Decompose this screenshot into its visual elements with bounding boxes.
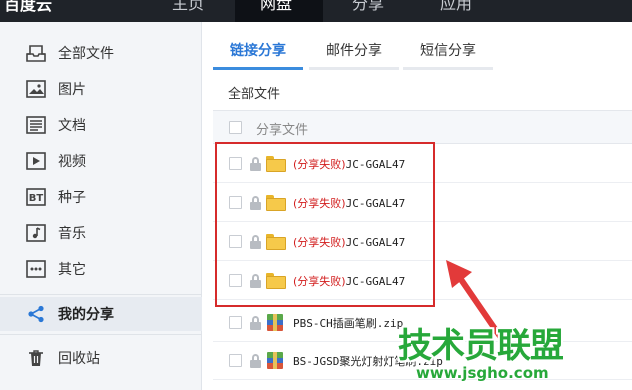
nav-home[interactable]: 主页 — [168, 0, 212, 22]
file-name[interactable]: (分享失败)JC-GGAL47 — [293, 156, 405, 172]
sidebar-divider — [0, 294, 202, 295]
tab-link-share[interactable]: 链接分享 — [213, 36, 303, 70]
row-checkbox[interactable] — [229, 196, 242, 209]
nav-disk[interactable]: 网盘 — [235, 0, 323, 22]
sidebar-item-other[interactable]: 其它 — [0, 252, 202, 286]
tab-label: 链接分享 — [230, 43, 286, 59]
svg-text:BT: BT — [29, 193, 44, 204]
sidebar-item-label: 文档 — [58, 118, 86, 134]
sidebar-item-label: 种子 — [58, 190, 86, 206]
share-failed-status: (分享失败) — [293, 236, 346, 249]
share-icon — [25, 304, 47, 324]
files-icon — [25, 43, 47, 63]
share-failed-status: (分享失败) — [293, 158, 346, 171]
app-logo[interactable]: 百度云 — [0, 0, 52, 22]
sidebar-item-images[interactable]: 图片 — [0, 72, 202, 106]
table-row[interactable]: (分享失败)JC-GGAL47 — [213, 223, 632, 261]
table-row[interactable]: PBS-CH插画笔刷.zip — [213, 304, 632, 342]
share-failed-status: (分享失败) — [293, 197, 346, 210]
sidebar-item-videos[interactable]: 视频 — [0, 144, 202, 178]
row-checkbox[interactable] — [229, 316, 242, 329]
tab-label: 邮件分享 — [326, 43, 382, 59]
more-icon — [25, 259, 47, 279]
sidebar-item-music[interactable]: 音乐 — [0, 216, 202, 250]
sidebar-item-label: 我的分享 — [58, 307, 114, 323]
table-row[interactable]: (分享失败)JC-GGAL47 — [213, 145, 632, 183]
sidebar-item-label: 其它 — [58, 262, 86, 278]
sidebar-item-label: 回收站 — [58, 351, 100, 367]
column-header-share-file: 分享文件 — [256, 123, 309, 138]
sidebar-item-label: 图片 — [58, 82, 86, 98]
nav-share[interactable]: 分享 — [352, 0, 396, 22]
row-checkbox[interactable] — [229, 354, 242, 367]
lock-icon — [250, 157, 261, 171]
table-header: 分享文件 — [213, 110, 632, 144]
sidebar-item-label: 视频 — [58, 154, 86, 170]
sidebar-item-all-files[interactable]: 全部文件 — [0, 36, 202, 70]
tab-email-share[interactable]: 邮件分享 — [309, 36, 399, 70]
file-name-text: JC-GGAL47 — [345, 236, 406, 249]
share-failed-status: (分享失败) — [293, 275, 346, 288]
file-name[interactable]: PBS-CH插画笔刷.zip — [293, 315, 403, 331]
table-row[interactable]: (分享失败)JC-GGAL47 — [213, 262, 632, 300]
table-row[interactable]: BS-JGSD聚光灯射灯笔刷.zip — [213, 342, 632, 380]
row-checkbox[interactable] — [229, 157, 242, 170]
tab-sms-share[interactable]: 短信分享 — [403, 36, 493, 70]
bt-icon: BT — [25, 187, 47, 207]
file-name-text: BS-JGSD聚光灯射灯笔刷.zip — [293, 355, 443, 368]
top-nav-bar: 百度云 主页 网盘 分享 应用 — [0, 0, 632, 22]
lock-icon — [250, 354, 261, 368]
document-icon — [25, 115, 47, 135]
video-icon — [25, 151, 47, 171]
zip-archive-icon — [267, 352, 283, 369]
sidebar-item-torrents[interactable]: BT 种子 — [0, 180, 202, 214]
sidebar-divider — [0, 334, 202, 335]
sidebar-item-label: 全部文件 — [58, 46, 114, 62]
folder-icon — [266, 234, 286, 250]
file-name[interactable]: (分享失败)JC-GGAL47 — [293, 195, 405, 211]
file-name-text: JC-GGAL47 — [345, 197, 406, 210]
zip-archive-icon — [267, 314, 283, 331]
select-all-checkbox[interactable] — [229, 121, 242, 134]
tab-underline — [309, 67, 399, 70]
sidebar-item-my-shares[interactable]: 我的分享 — [0, 297, 202, 331]
tab-underline — [403, 67, 493, 70]
tab-label: 短信分享 — [420, 43, 476, 59]
image-icon — [25, 79, 47, 99]
folder-icon — [266, 156, 286, 172]
lock-icon — [250, 274, 261, 288]
main-panel: 链接分享 邮件分享 短信分享 全部文件 分享文件 (分享失败)JC-GGAL47… — [203, 22, 632, 390]
file-name-text: PBS-CH插画笔刷.zip — [293, 317, 404, 330]
file-name[interactable]: (分享失败)JC-GGAL47 — [293, 234, 405, 250]
sidebar-item-label: 音乐 — [58, 226, 86, 242]
sidebar-item-recycle-bin[interactable]: 回收站 — [0, 341, 202, 375]
lock-icon — [250, 196, 261, 210]
file-name[interactable]: BS-JGSD聚光灯射灯笔刷.zip — [293, 353, 443, 369]
lock-icon — [250, 235, 261, 249]
row-checkbox[interactable] — [229, 235, 242, 248]
file-name[interactable]: (分享失败)JC-GGAL47 — [293, 273, 405, 289]
folder-icon — [266, 195, 286, 211]
file-name-text: JC-GGAL47 — [345, 275, 406, 288]
music-icon — [25, 223, 47, 243]
tab-underline — [213, 67, 303, 70]
row-checkbox[interactable] — [229, 274, 242, 287]
sidebar-item-documents[interactable]: 文档 — [0, 108, 202, 142]
table-row[interactable]: (分享失败)JC-GGAL47 — [213, 184, 632, 222]
nav-apps[interactable]: 应用 — [440, 0, 484, 22]
breadcrumb[interactable]: 全部文件 — [228, 83, 280, 102]
trash-icon — [25, 348, 47, 368]
folder-icon — [266, 273, 286, 289]
sidebar: 全部文件 图片 文档 视频 BT 种子 音乐 其它 我的分享 回收站 — [0, 22, 202, 390]
lock-icon — [250, 316, 261, 330]
file-name-text: JC-GGAL47 — [345, 158, 406, 171]
